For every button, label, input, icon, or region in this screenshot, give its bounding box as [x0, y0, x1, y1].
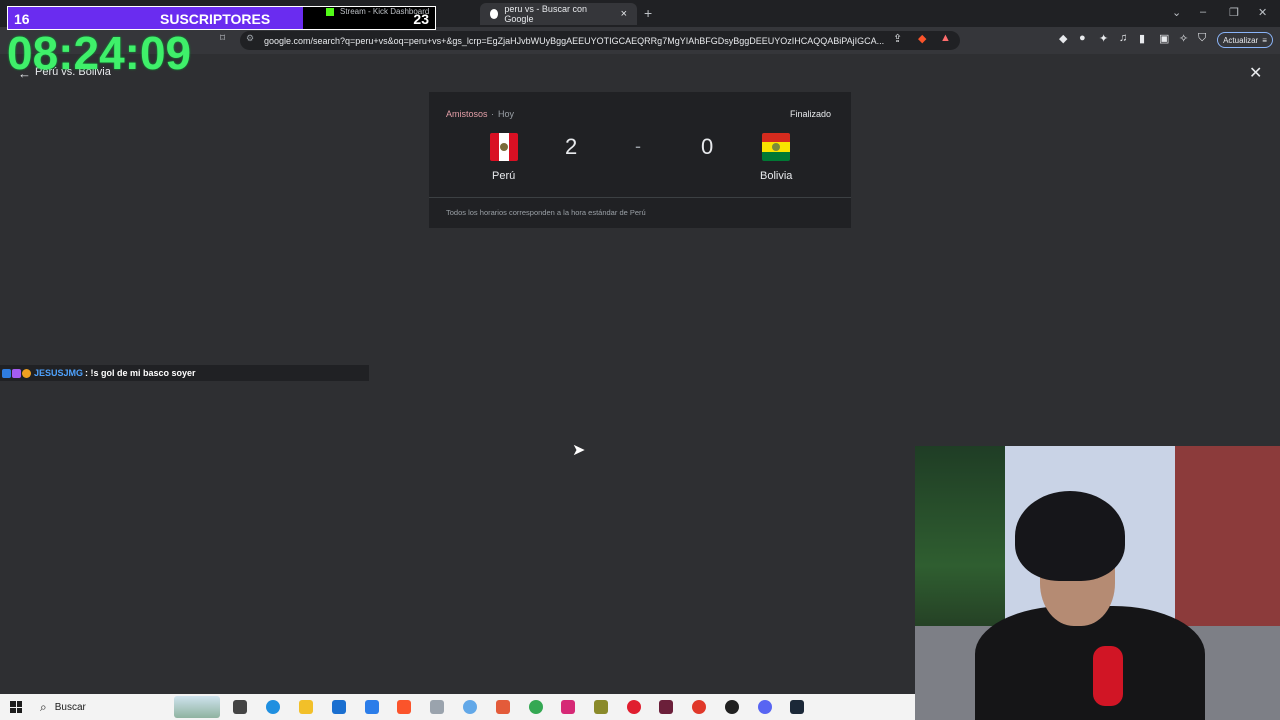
- chrome-icon[interactable]: [529, 700, 543, 714]
- mouse-cursor-icon: ➤: [572, 442, 586, 459]
- page-header: [0, 54, 1280, 92]
- subscriber-count: 16: [14, 11, 30, 27]
- weather-widget[interactable]: [174, 696, 220, 718]
- divider: [429, 197, 851, 198]
- chat-text: : !s gol de mi basco soyer: [85, 368, 196, 378]
- match-card[interactable]: Amistosos · Hoy Finalizado Perú 2 - 0 Bo…: [429, 92, 851, 228]
- menu-icon: ≡: [1262, 35, 1267, 45]
- sidebar-icon[interactable]: ▮: [1139, 32, 1145, 45]
- christmas-tree: [915, 446, 1005, 646]
- file-explorer-icon[interactable]: [299, 700, 313, 714]
- update-label: Actualizar: [1223, 35, 1259, 45]
- brave-shield-icon[interactable]: ◆: [918, 32, 926, 45]
- brave-rewards-icon[interactable]: ▲: [940, 32, 951, 44]
- webcam-feed: [915, 446, 1280, 720]
- steam-icon[interactable]: [790, 700, 804, 714]
- kick-icon: [326, 7, 334, 16]
- streamer-hair: [1015, 491, 1125, 581]
- url-input[interactable]: google.com/search?q=peru+vs&oq=peru+vs+&…: [240, 31, 960, 50]
- close-tab-icon[interactable]: ×: [621, 8, 627, 20]
- chat-badges: [2, 368, 31, 378]
- peru-flag-icon: [490, 133, 518, 161]
- media-player-icon[interactable]: [627, 700, 641, 714]
- competition-label[interactable]: Amistosos: [446, 109, 488, 119]
- crown-badge-icon: [12, 368, 21, 378]
- minimize-icon[interactable]: –: [1200, 6, 1206, 18]
- chevron-down-icon[interactable]: ⌄: [1172, 6, 1181, 19]
- door-background: [1175, 446, 1280, 646]
- timezone-note: Todos los horarios corresponden a la hor…: [446, 208, 646, 217]
- match-status: Finalizado: [789, 109, 831, 119]
- puzzle-icon[interactable]: ✦: [1099, 32, 1108, 45]
- taskbar-search-label: Buscar: [54, 701, 86, 713]
- tab-google-search[interactable]: peru vs - Buscar con Google ×: [480, 3, 637, 25]
- app-icon-6[interactable]: [692, 700, 706, 714]
- app-icon-2[interactable]: [463, 700, 477, 714]
- tab-title: peru vs - Buscar con Google: [504, 4, 587, 24]
- update-button[interactable]: Actualizar ≡: [1217, 32, 1273, 48]
- search-icon: ⌕: [40, 699, 47, 714]
- extension-icon-1[interactable]: ◆: [1059, 32, 1067, 45]
- stream-clock: 08:24:09: [7, 27, 192, 79]
- window-close-icon[interactable]: ✕: [1258, 6, 1267, 19]
- app-icon-5[interactable]: [659, 700, 673, 714]
- away-team-name[interactable]: Bolivia: [760, 170, 792, 182]
- google-icon: [490, 9, 499, 19]
- site-info-icon[interactable]: ⚙: [246, 33, 254, 44]
- home-score: 2: [565, 134, 578, 159]
- store-icon[interactable]: [332, 700, 346, 714]
- discord-icon[interactable]: [758, 700, 772, 714]
- brave-icon[interactable]: [397, 700, 411, 714]
- app-icon-4[interactable]: [594, 700, 608, 714]
- instagram-icon[interactable]: [561, 700, 575, 714]
- new-tab-button[interactable]: +: [644, 5, 652, 21]
- windows-taskbar: ⌕ Buscar: [0, 694, 915, 720]
- bookmark-icon[interactable]: ⌑: [220, 33, 225, 44]
- windows-start-icon[interactable]: [10, 701, 22, 713]
- away-score: 0: [701, 134, 714, 159]
- close-icon[interactable]: ✕: [1249, 63, 1262, 83]
- bolivia-flag-icon: [762, 133, 790, 161]
- microphone: [1093, 646, 1123, 706]
- extension-icon-2[interactable]: ●: [1079, 32, 1086, 44]
- score-dash: -: [635, 136, 641, 156]
- vpn-icon[interactable]: ⛉: [1198, 32, 1206, 45]
- kick-tab-overlay-title: Stream - Kick Dashboard: [326, 7, 429, 16]
- kick-tab-title: Stream - Kick Dashboard: [340, 7, 430, 16]
- match-day: Hoy: [498, 109, 515, 119]
- mail-icon[interactable]: [365, 700, 379, 714]
- app-icon-1[interactable]: [430, 700, 444, 714]
- separator: ·: [491, 109, 494, 119]
- subscriber-label: SUSCRIPTORES: [160, 11, 271, 27]
- task-view-icon[interactable]: [233, 700, 247, 714]
- url-text: google.com/search?q=peru+vs&oq=peru+vs+&…: [264, 35, 885, 46]
- wallet-icon[interactable]: ▣: [1159, 32, 1169, 45]
- chat-username: JESUSJMG: [34, 368, 84, 378]
- music-icon[interactable]: ♫: [1119, 32, 1127, 44]
- gift-badge-icon: [22, 368, 31, 378]
- app-icon-3[interactable]: [496, 700, 510, 714]
- home-team-name[interactable]: Perú: [492, 170, 515, 182]
- edge-icon[interactable]: [266, 700, 280, 714]
- address-bar-row: ⌑ google.com/search?q=peru+vs&oq=peru+vs…: [0, 27, 1280, 54]
- restore-icon[interactable]: ❐: [1229, 6, 1239, 19]
- obs-icon[interactable]: [725, 700, 739, 714]
- moderator-badge-icon: [2, 368, 11, 378]
- leo-icon[interactable]: ✧: [1179, 32, 1188, 45]
- share-icon[interactable]: ⇪: [893, 32, 902, 45]
- chat-message: JESUSJMG : !s gol de mi basco soyer: [0, 365, 369, 381]
